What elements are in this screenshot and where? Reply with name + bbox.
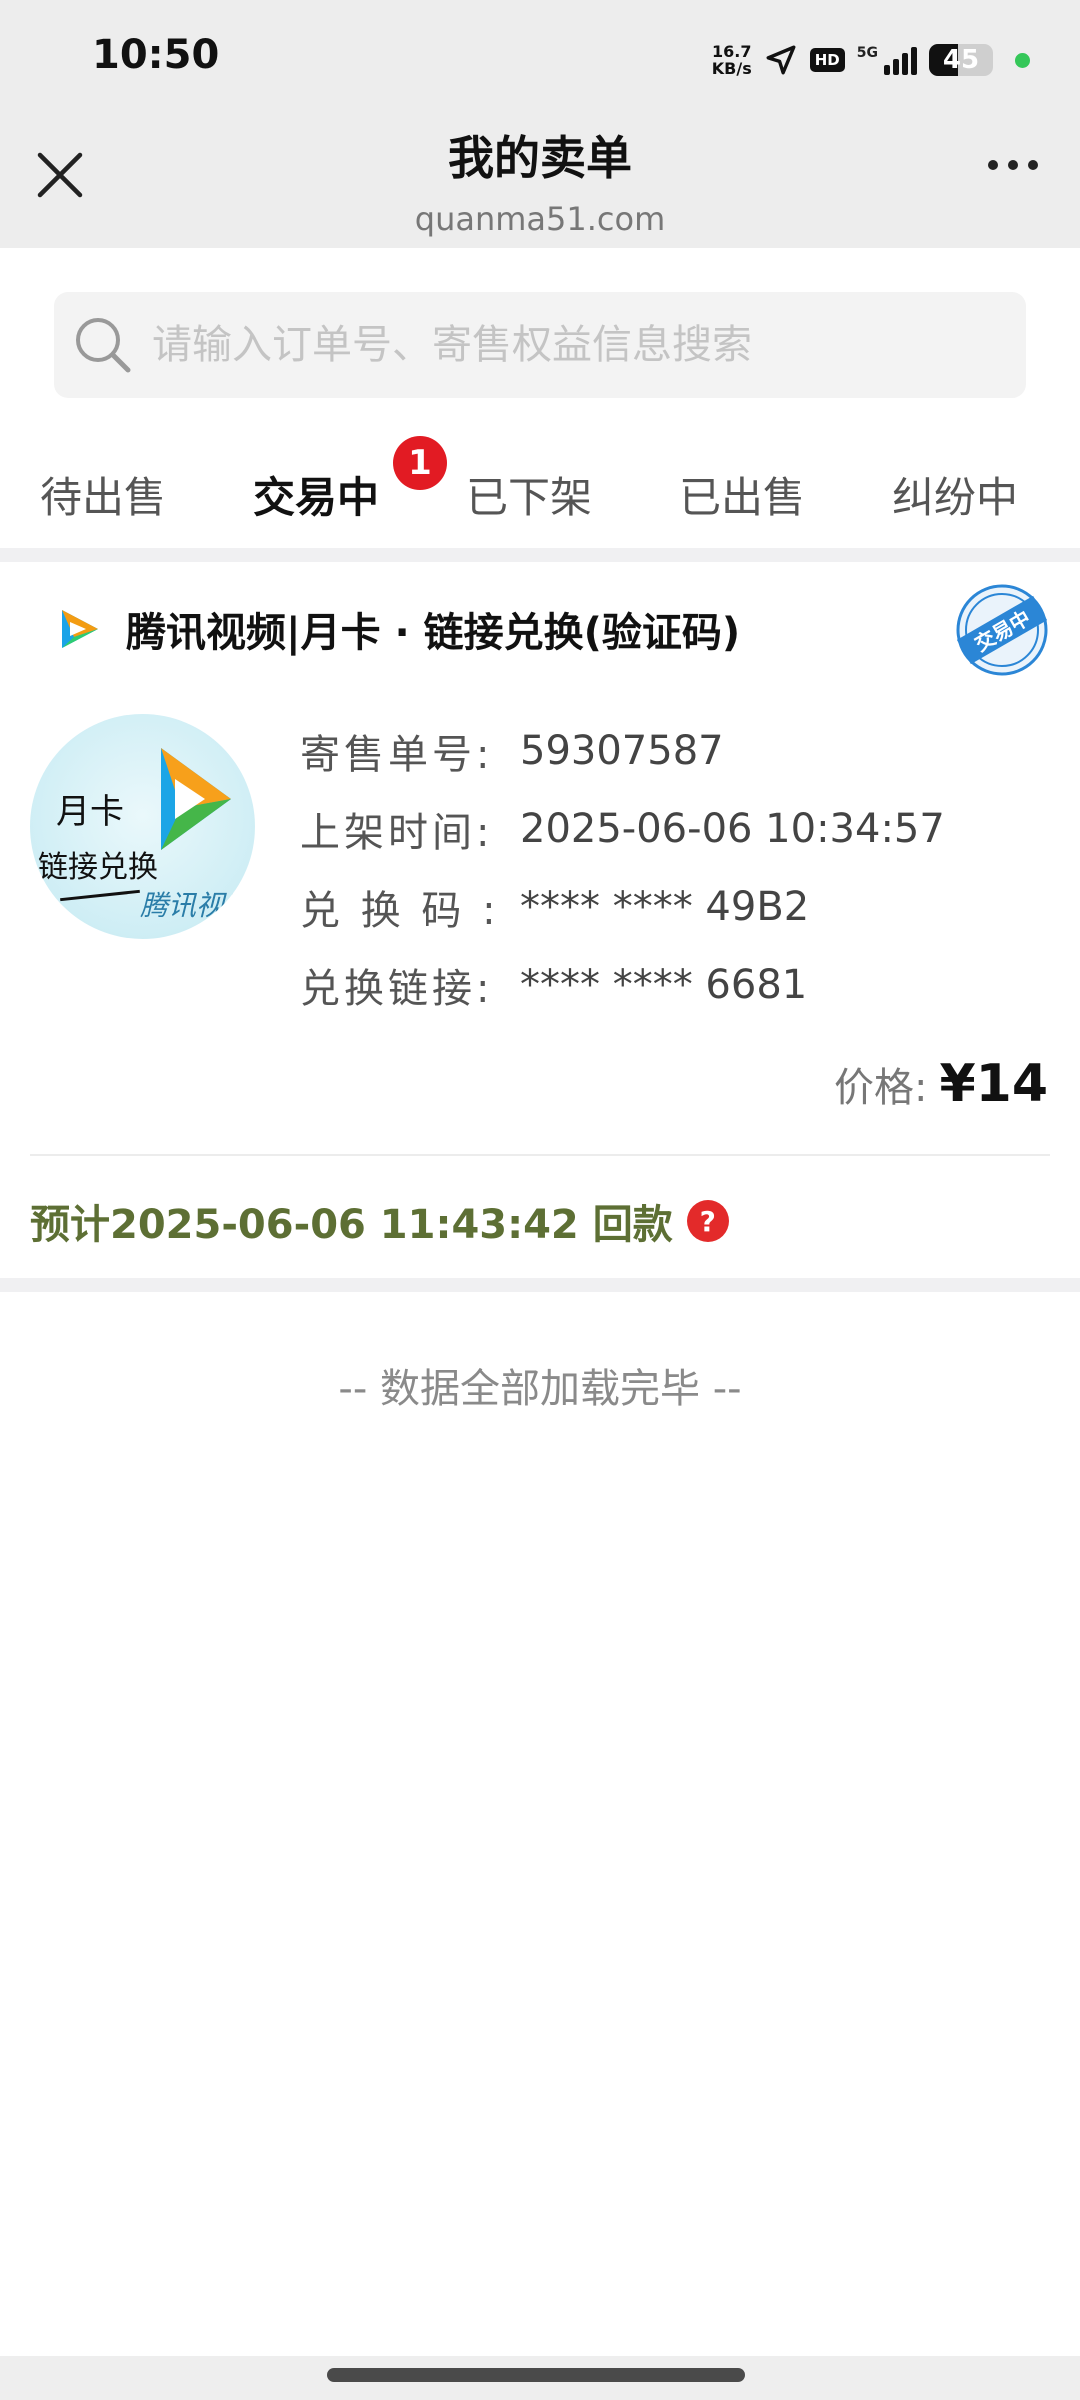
order-title: 腾讯视频|月卡 · 链接兑换(验证码) <box>126 610 741 656</box>
signal-icon: 5G <box>857 45 917 75</box>
tab-trading[interactable]: 交易中 <box>253 464 379 525</box>
tab-dispute[interactable]: 纠纷中 <box>892 464 1018 525</box>
tab-count-badge: 1 <box>393 436 447 490</box>
redeem-link-row: 兑换链接: **** **** 6681 <box>300 962 808 1012</box>
tab-delisted[interactable]: 已下架 <box>466 464 592 525</box>
hd-badge: HD <box>809 48 845 72</box>
tab-sold[interactable]: 已出售 <box>679 464 805 525</box>
more-button[interactable] <box>988 160 1038 170</box>
trading-stamp-icon: 交易中 <box>956 584 1048 676</box>
page-title: 我的卖单 <box>448 131 632 185</box>
redeem-code-row: 兑 换 码 : **** **** 49B2 <box>300 884 810 934</box>
privacy-indicator-dot <box>1015 52 1030 68</box>
order-header: 腾讯视频|月卡 · 链接兑换(验证码) <box>54 600 740 658</box>
home-indicator[interactable] <box>0 2356 1080 2400</box>
play-logo-icon <box>161 748 231 850</box>
price: 价格: ¥14 <box>833 1054 1048 1114</box>
location-arrow-icon <box>766 45 796 75</box>
order-details: 寄售单号: 59307587 上架时间: 2025-06-06 10:34:57… <box>300 712 945 1024</box>
page-domain: quanma51.com <box>414 200 666 238</box>
product-thumbnail: 月卡 链接兑换 腾讯视频 <box>30 714 255 939</box>
search-icon <box>76 318 131 373</box>
end-of-list-note: -- 数据全部加载完毕 -- <box>338 1366 742 1412</box>
order-card[interactable]: 腾讯视频|月卡 · 链接兑换(验证码) 交易中 月卡 链接兑换 腾讯视频 寄售单… <box>0 562 1080 1278</box>
status-time: 10:50 <box>92 32 220 78</box>
tencent-video-logo-icon <box>62 610 98 648</box>
battery-icon: 45 <box>929 44 993 76</box>
tab-pending-sale[interactable]: 待出售 <box>40 464 166 525</box>
price-value: ¥14 <box>939 1054 1048 1114</box>
search-bar[interactable] <box>54 292 1026 398</box>
section-divider <box>0 548 1080 562</box>
order-number-row: 寄售单号: 59307587 <box>300 728 724 778</box>
status-tabs: 待出售 交易中 已下架 已出售 纠纷中 <box>0 450 1080 554</box>
help-icon[interactable]: ? <box>686 1200 729 1242</box>
status-icons: 16.7 KB/s HD 5G 45 <box>712 36 1030 84</box>
listed-time-row: 上架时间: 2025-06-06 10:34:57 <box>300 806 945 856</box>
top-bar: 10:50 16.7 KB/s HD 5G 45 我的卖单 quanma51.c… <box>0 0 1080 248</box>
section-divider <box>0 1278 1080 1292</box>
refund-note: 预计2025-06-06 11:43:42 回款 ? <box>30 1192 729 1250</box>
page-header: 我的卖单 quanma51.com <box>0 122 1080 238</box>
search-input[interactable] <box>152 322 972 368</box>
more-icon <box>988 160 998 170</box>
card-divider <box>30 1154 1050 1156</box>
network-speed: 16.7 KB/s <box>711 42 752 78</box>
